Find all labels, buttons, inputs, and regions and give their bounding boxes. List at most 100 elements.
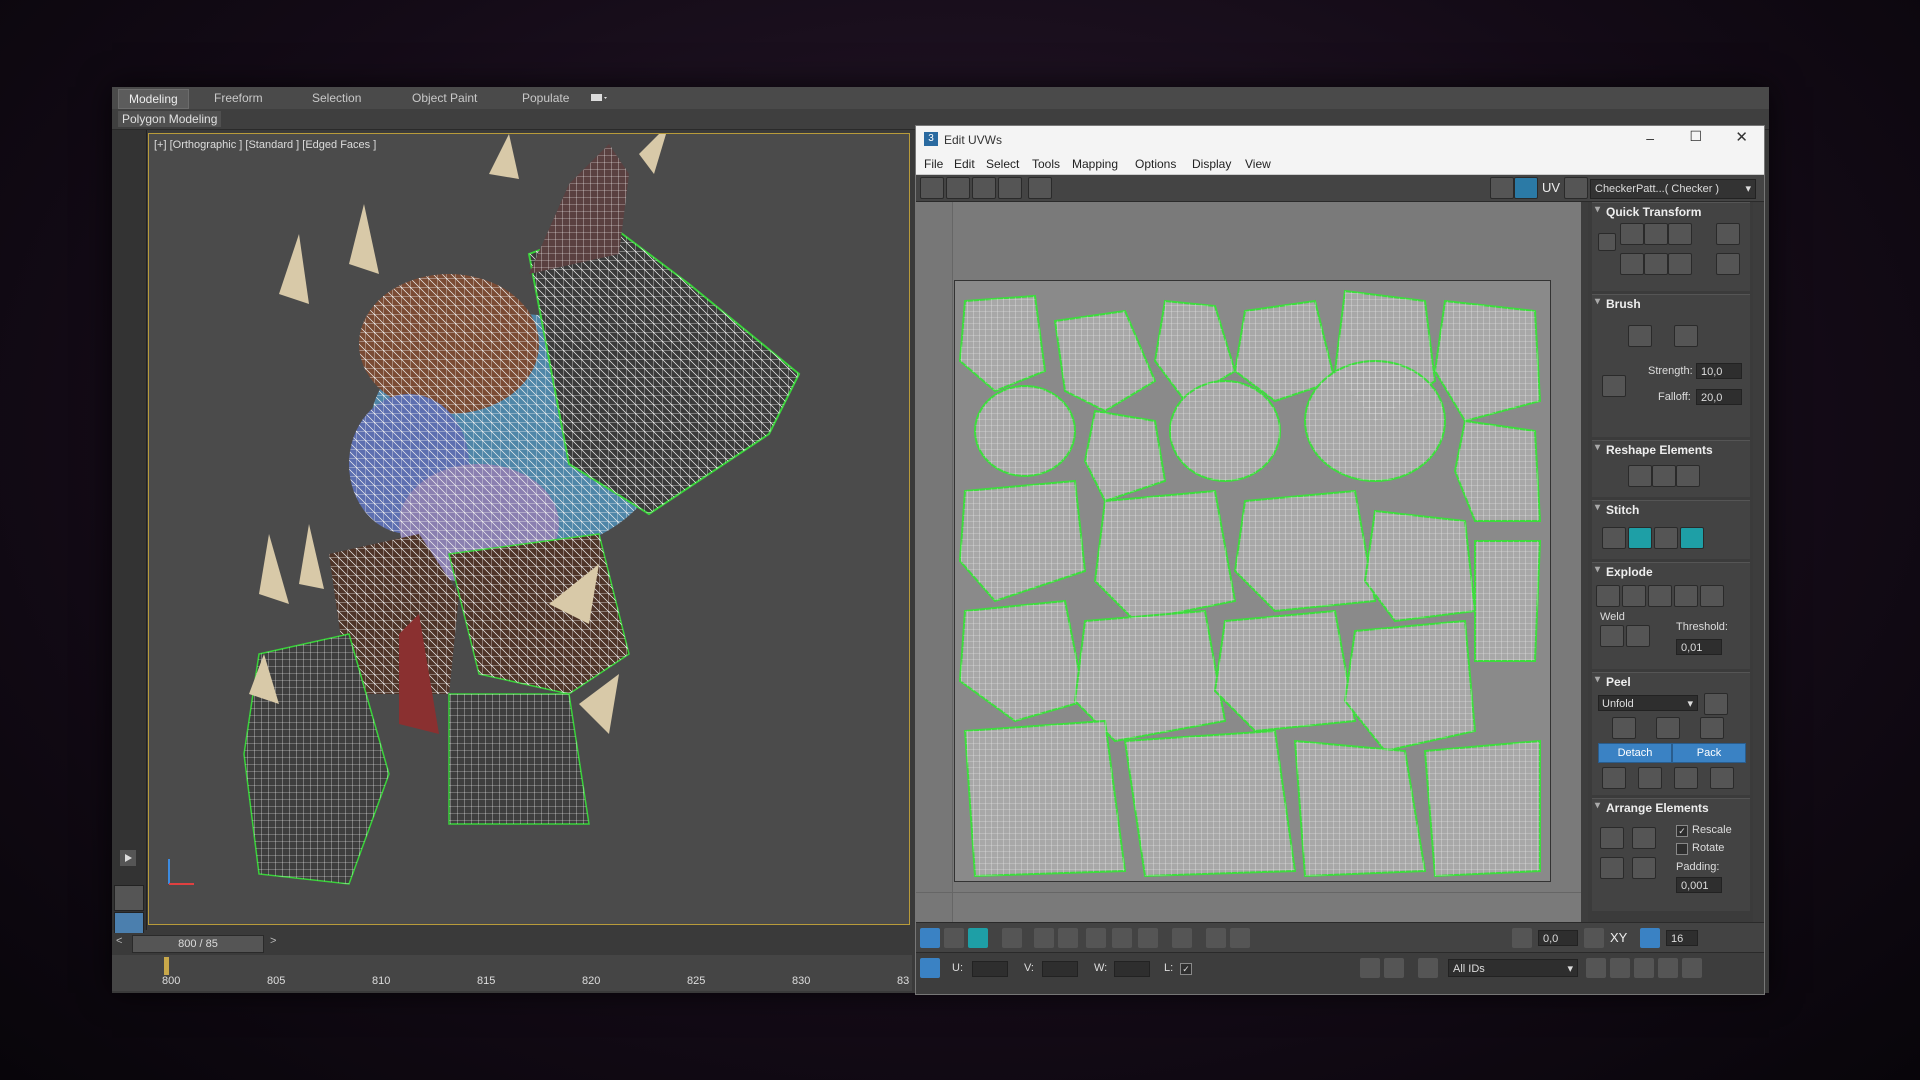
angle-spinner[interactable]: 0,0 bbox=[1538, 930, 1578, 946]
grid-spinner[interactable]: 16 bbox=[1666, 930, 1698, 946]
flatten-by-smoothing-icon[interactable] bbox=[1674, 585, 1698, 607]
brush-size-icon[interactable] bbox=[1230, 928, 1250, 948]
stitch-average-icon[interactable] bbox=[1654, 527, 1678, 549]
weld-target-icon[interactable] bbox=[1626, 625, 1650, 647]
peel-title[interactable]: Peel bbox=[1592, 673, 1750, 693]
threshold-spinner[interactable]: 0,01 bbox=[1676, 639, 1722, 655]
rotate-checkbox[interactable] bbox=[1676, 843, 1688, 855]
shrink-selection-icon[interactable] bbox=[1058, 928, 1078, 948]
pack-button[interactable]: Pack bbox=[1672, 743, 1746, 763]
tab-modeling[interactable]: Modeling bbox=[118, 89, 189, 109]
grow-selection-icon[interactable] bbox=[1034, 928, 1054, 948]
pin-icon[interactable] bbox=[1602, 767, 1626, 789]
flatten-by-material-icon[interactable] bbox=[1700, 585, 1724, 607]
w-field[interactable] bbox=[1114, 961, 1150, 977]
weld-selected-icon[interactable] bbox=[1600, 625, 1624, 647]
uv-mode[interactable]: UV bbox=[1542, 180, 1560, 195]
ribbon-options-icon[interactable] bbox=[590, 91, 610, 104]
lock-icon[interactable] bbox=[1360, 958, 1380, 978]
align-left-icon[interactable] bbox=[1620, 253, 1644, 275]
space-horizontal-icon[interactable] bbox=[1716, 223, 1740, 245]
rescale-checkbox[interactable]: ✓ bbox=[1676, 825, 1688, 837]
reset-peel-icon[interactable] bbox=[1700, 717, 1724, 739]
freeze-icon[interactable] bbox=[1418, 958, 1438, 978]
detach-button[interactable]: Detach bbox=[1598, 743, 1672, 763]
tab-selection[interactable]: Selection bbox=[302, 89, 371, 107]
tab-object-paint[interactable]: Object Paint bbox=[402, 89, 487, 107]
angle-snap-icon[interactable] bbox=[1512, 928, 1532, 948]
xy-toggle[interactable]: XY bbox=[1610, 930, 1627, 945]
maximize-icon[interactable]: ☐ bbox=[1689, 128, 1702, 145]
explode-title[interactable]: Explode bbox=[1592, 563, 1750, 583]
freeform-icon[interactable] bbox=[998, 177, 1022, 199]
flatten-by-polygon-icon[interactable] bbox=[1648, 585, 1672, 607]
menu-display[interactable]: Display bbox=[1192, 157, 1231, 171]
soft-select-icon[interactable] bbox=[1206, 928, 1226, 948]
vertex-mode-icon[interactable] bbox=[920, 928, 940, 948]
menu-mapping[interactable]: Mapping bbox=[1072, 157, 1118, 171]
loop-icon[interactable] bbox=[1112, 928, 1132, 948]
rotate-icon[interactable] bbox=[946, 177, 970, 199]
quick-transform-title[interactable]: Quick Transform bbox=[1592, 203, 1750, 223]
move-icon[interactable] bbox=[920, 177, 944, 199]
falloff-spinner[interactable]: 20,0 bbox=[1696, 389, 1742, 405]
strength-spinner[interactable]: 10,0 bbox=[1696, 363, 1742, 379]
reshape-title[interactable]: Reshape Elements bbox=[1592, 441, 1750, 461]
stitch-custom-icon[interactable] bbox=[1602, 527, 1626, 549]
menu-file[interactable]: File bbox=[924, 157, 943, 171]
checker-icon[interactable] bbox=[1564, 177, 1588, 199]
lock-uv-icon[interactable] bbox=[920, 958, 940, 978]
tab-freeform[interactable]: Freeform bbox=[204, 89, 273, 107]
rotate-ccw-icon[interactable] bbox=[1668, 223, 1692, 245]
help-icon[interactable] bbox=[1682, 958, 1702, 978]
zoom-region-icon[interactable] bbox=[1634, 958, 1654, 978]
relax-brush-icon[interactable] bbox=[1674, 325, 1698, 347]
detach-edge-icon[interactable] bbox=[1622, 585, 1646, 607]
play-icon[interactable] bbox=[120, 850, 136, 866]
scale-icon[interactable] bbox=[972, 177, 996, 199]
show-map-icon[interactable] bbox=[1514, 177, 1538, 199]
show-grid-icon[interactable] bbox=[1490, 177, 1514, 199]
menu-view[interactable]: View bbox=[1245, 157, 1271, 171]
arrange-title[interactable]: Arrange Elements bbox=[1592, 799, 1750, 819]
rotate-cw-icon[interactable] bbox=[1668, 253, 1692, 275]
zoom-icon[interactable] bbox=[1610, 958, 1630, 978]
peel-mode-icon[interactable] bbox=[1656, 717, 1680, 739]
edge-select-icon[interactable] bbox=[1138, 928, 1158, 948]
viewport-layout-icon[interactable] bbox=[114, 885, 144, 911]
relax-icon[interactable] bbox=[1676, 465, 1700, 487]
stitch-title[interactable]: Stitch bbox=[1592, 501, 1750, 521]
element-mode-icon[interactable] bbox=[1002, 928, 1022, 948]
break-icon[interactable] bbox=[1596, 585, 1620, 607]
peel-options-icon[interactable] bbox=[1704, 693, 1728, 715]
pan-icon[interactable] bbox=[1586, 958, 1606, 978]
material-id-dropdown[interactable]: All IDs ▾ bbox=[1448, 959, 1578, 977]
checker-dropdown[interactable]: CheckerPatt...( Checker ) ▾ bbox=[1590, 179, 1756, 199]
rescale-elements-icon[interactable] bbox=[1600, 857, 1624, 879]
padding-spinner[interactable]: 0,001 bbox=[1676, 877, 1722, 893]
edge-mode-icon[interactable] bbox=[944, 928, 964, 948]
polygon-modeling-label[interactable]: Polygon Modeling bbox=[118, 111, 222, 127]
polygon-mode-icon[interactable] bbox=[968, 928, 988, 948]
straighten-selection-icon[interactable] bbox=[1628, 465, 1652, 487]
peel-mode-dropdown[interactable]: Unfold ▾ bbox=[1598, 695, 1698, 711]
pack-normalize-icon[interactable] bbox=[1632, 827, 1656, 849]
relax-until-flat-icon[interactable] bbox=[1652, 465, 1676, 487]
menu-options[interactable]: Options bbox=[1135, 157, 1176, 171]
v-field[interactable] bbox=[1042, 961, 1078, 977]
perspective-viewport[interactable]: [+] [Orthographic ] [Standard ] [Edged F… bbox=[148, 133, 910, 925]
time-prev-icon[interactable]: < bbox=[116, 935, 122, 947]
time-next-icon[interactable]: > bbox=[270, 935, 276, 947]
time-slider[interactable]: 800 / 85 bbox=[132, 935, 264, 953]
brush-title[interactable]: Brush bbox=[1592, 295, 1750, 315]
menu-tools[interactable]: Tools bbox=[1032, 157, 1060, 171]
pack-together-icon[interactable] bbox=[1632, 857, 1656, 879]
align-vertical-icon[interactable] bbox=[1644, 223, 1668, 245]
menu-edit[interactable]: Edit bbox=[954, 157, 975, 171]
paint-select-icon[interactable] bbox=[1172, 928, 1192, 948]
stitch-target-icon[interactable] bbox=[1680, 527, 1704, 549]
pack-custom-icon[interactable] bbox=[1600, 827, 1624, 849]
menu-select[interactable]: Select bbox=[986, 157, 1019, 171]
u-field[interactable] bbox=[972, 961, 1008, 977]
uv-layout[interactable] bbox=[954, 280, 1551, 882]
